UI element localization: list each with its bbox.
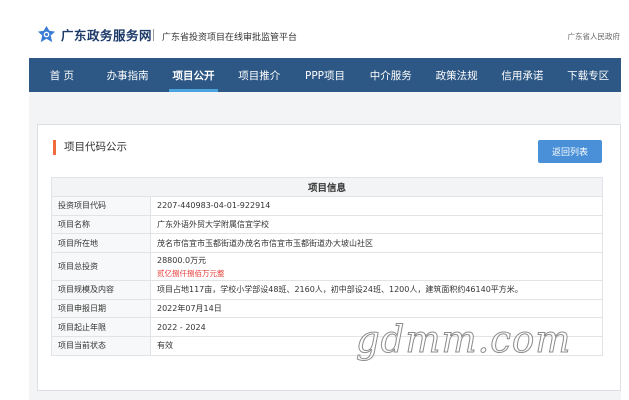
- row-label-total-investment: 项目总投资: [51, 252, 151, 282]
- row-label-period: 项目起止年限: [51, 317, 151, 338]
- table-header-row: 项目信息: [51, 177, 603, 197]
- row-label-scale: 项目规模及内容: [51, 280, 151, 300]
- row-label-location: 项目所在地: [51, 233, 151, 254]
- table-row: 项目规模及内容 项目占地117亩，学校小学部设48班、2160人，初中部设24班…: [51, 280, 603, 300]
- row-value-project-name: 广东外语外贸大学附属信宜学校: [150, 214, 603, 235]
- row-value-project-code: 2207-440983-04-01-922914: [150, 196, 603, 216]
- row-value-location: 茂名市信宜市玉都街道办茂名市信宜市玉都街道办大坡山社区: [150, 233, 603, 254]
- row-label-project-code: 投资项目代码: [51, 196, 151, 216]
- nav-item-ppp[interactable]: PPP项目: [292, 58, 358, 92]
- table-row: 项目申报日期 2022年07月14日: [51, 298, 603, 319]
- row-value-total-investment: 28800.0万元 贰亿捌仟捌佰万元整: [150, 252, 603, 282]
- nav-item-agency-services[interactable]: 中介服务: [358, 58, 424, 92]
- panel-heading: 项目代码公示: [53, 140, 127, 155]
- nav-item-downloads[interactable]: 下载专区: [555, 58, 621, 92]
- guangdong-gov-logo-icon[interactable]: [37, 25, 56, 44]
- nav-item-project-promotion[interactable]: 项目推介: [226, 58, 292, 92]
- table-title: 项目信息: [51, 177, 603, 197]
- nav-item-home[interactable]: 首 页: [29, 58, 95, 92]
- table-row: 投资项目代码 2207-440983-04-01-922914: [51, 196, 603, 216]
- platform-name: 广东省投资项目在线审批监管平台: [162, 33, 298, 43]
- row-value-scale: 项目占地117亩，学校小学部设48班、2160人，初中部设24班、1200人，建…: [150, 280, 603, 300]
- watermark: gdmm.com: [355, 318, 572, 362]
- government-link[interactable]: 广东省人民政府: [568, 31, 621, 42]
- row-label-status: 项目当前状态: [51, 336, 151, 356]
- row-label-declare-date: 项目申报日期: [51, 298, 151, 319]
- nav-item-project-disclosure[interactable]: 项目公开: [161, 58, 227, 92]
- nav-item-credit-commitment[interactable]: 信用承诺: [489, 58, 555, 92]
- site-name[interactable]: 广东政务服务网: [61, 25, 152, 44]
- investment-amount-words: 贰亿捌仟捌佰万元整: [157, 268, 225, 278]
- table-row: 项目名称 广东外语外贸大学附属信宜学校: [51, 214, 603, 235]
- table-row: 项目所在地 茂名市信宜市玉都街道办茂名市信宜市玉都街道办大坡山社区: [51, 233, 603, 254]
- back-to-list-button[interactable]: 返回列表: [538, 140, 602, 163]
- main-nav: 首 页 办事指南 项目公开 项目推介 PPP项目 中介服务 政策法规 信用承诺 …: [29, 58, 621, 92]
- nav-item-guide[interactable]: 办事指南: [95, 58, 161, 92]
- row-value-declare-date: 2022年07月14日: [150, 298, 603, 319]
- title-divider: [153, 29, 154, 41]
- investment-amount: 28800.0万元: [157, 255, 207, 265]
- nav-item-policies[interactable]: 政策法规: [424, 58, 490, 92]
- site-header: 广东政务服务网 广东省投资项目在线审批监管平台 广东省人民政府: [0, 0, 629, 58]
- row-label-project-name: 项目名称: [51, 214, 151, 235]
- table-row: 项目总投资 28800.0万元 贰亿捌仟捌佰万元整: [51, 252, 603, 282]
